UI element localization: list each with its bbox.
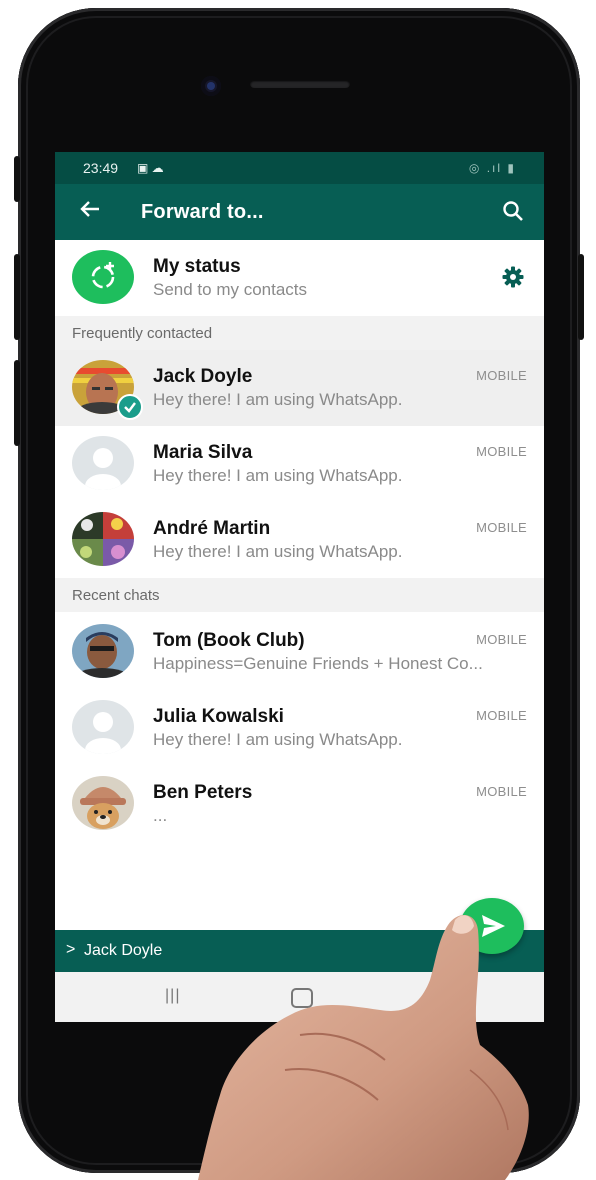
chat-name: Julia Kowalski [153, 706, 284, 727]
page-title: Forward to... [141, 201, 264, 223]
my-status-subtitle: Send to my contacts [153, 280, 308, 299]
chat-status: ... [153, 806, 168, 825]
power-button [578, 254, 584, 340]
chevron-right-icon: > [66, 941, 76, 958]
earpiece-speaker [250, 80, 350, 88]
chat-row[interactable]: Ben Peters ... MOBILE [55, 766, 544, 842]
contact-status: Hey there! I am using WhatsApp. [153, 466, 403, 485]
section-label: Frequently contacted [72, 325, 213, 342]
arrow-left-icon[interactable] [79, 198, 101, 226]
chat-status: Hey there! I am using WhatsApp. [153, 730, 403, 749]
notification-icons: ▣ ☁ [137, 161, 164, 175]
my-status-name: My status [153, 256, 241, 277]
app-bar: Forward to... [55, 184, 544, 240]
chat-type: MOBILE [476, 632, 527, 647]
front-camera [201, 76, 221, 96]
chat-name: Tom (Book Club) [153, 630, 305, 651]
status-bar: 23:49 ▣ ☁ ◎ .ıl ▮ [55, 152, 544, 184]
gear-icon[interactable] [502, 266, 524, 293]
volume-up-button [14, 254, 20, 340]
chat-type: MOBILE [476, 784, 527, 799]
section-header-recent: Recent chats [55, 578, 544, 612]
checkmark-icon [117, 394, 143, 420]
status-time: 23:49 [83, 160, 119, 176]
recent-apps-icon[interactable]: ||| [165, 987, 180, 1005]
side-button [14, 156, 20, 202]
chat-row[interactable]: Tom (Book Club) Happiness=Genuine Friend… [55, 614, 544, 690]
avatar [72, 776, 134, 830]
default-avatar-icon [72, 700, 134, 754]
contact-type: MOBILE [476, 444, 527, 459]
contact-name: André Martin [153, 518, 271, 539]
signal-battery-icons: ◎ .ıl ▮ [468, 161, 516, 175]
contact-row[interactable]: Maria Silva Hey there! I am using WhatsA… [55, 426, 544, 502]
avatar [72, 624, 134, 678]
send-icon [482, 915, 505, 937]
section-header-frequent: Frequently contacted [55, 316, 544, 350]
section-label: Recent chats [72, 587, 160, 604]
contact-status: Hey there! I am using WhatsApp. [153, 542, 403, 561]
chat-name: Ben Peters [153, 782, 253, 803]
contact-name: Maria Silva [153, 442, 253, 463]
volume-down-button [14, 360, 20, 446]
chat-row[interactable]: Julia Kowalski Hey there! I am using Wha… [55, 690, 544, 766]
contact-row[interactable]: Jack Doyle Hey there! I am using WhatsAp… [55, 350, 544, 426]
add-status-icon [91, 262, 115, 289]
contact-status: Hey there! I am using WhatsApp. [153, 390, 403, 409]
contact-type: MOBILE [476, 368, 527, 383]
system-nav-bar: ||| [55, 972, 544, 1022]
default-avatar-icon [72, 436, 134, 490]
chat-status: Happiness=Genuine Friends + Honest Co... [153, 654, 483, 673]
chat-type: MOBILE [476, 708, 527, 723]
contact-name: Jack Doyle [153, 366, 253, 387]
avatar [72, 512, 134, 566]
contact-type: MOBILE [476, 520, 527, 535]
selected-contacts-label[interactable]: Jack Doyle [84, 942, 162, 960]
home-icon[interactable] [291, 988, 313, 1008]
search-icon[interactable] [502, 200, 524, 222]
contact-row[interactable]: André Martin Hey there! I am using Whats… [55, 502, 544, 578]
status-avatar [72, 250, 134, 304]
my-status-row[interactable]: My status Send to my contacts [55, 240, 544, 316]
phone-screen: 23:49 ▣ ☁ ◎ .ıl ▮ Forward to... My statu… [55, 152, 544, 1022]
send-button[interactable] [460, 898, 524, 954]
